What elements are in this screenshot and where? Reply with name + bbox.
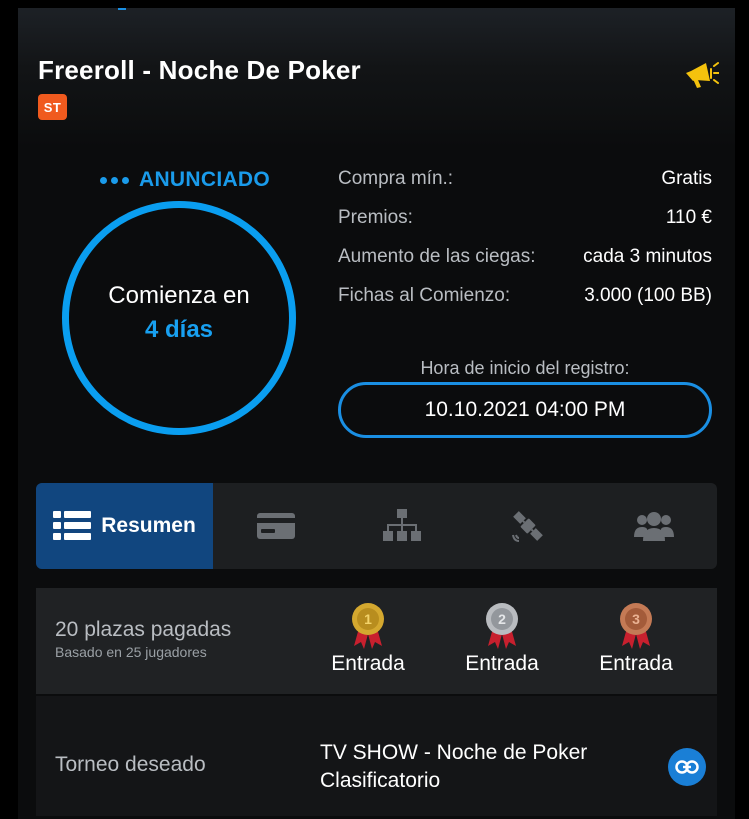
info-value: Gratis: [661, 168, 712, 189]
medal-rank: 1: [364, 611, 372, 627]
tab-bar: Resumen: [36, 483, 717, 569]
target-tournament: Torneo deseado TV SHOW - Noche de Poker …: [36, 696, 717, 816]
prize-first: 1 Entrada: [323, 602, 413, 676]
info-value: 110 €: [665, 207, 712, 228]
countdown-value: 4 días: [144, 316, 214, 343]
prize-third: 3 Entrada: [591, 602, 681, 676]
prize-label: Entrada: [465, 652, 539, 675]
status-label: ANUNCIADO: [139, 168, 271, 191]
link-button[interactable]: [668, 748, 706, 786]
bracket-icon: [383, 509, 421, 541]
tab-structure[interactable]: [339, 483, 465, 569]
silver-medal-icon: 2: [486, 603, 518, 649]
info-label: Premios:: [338, 207, 413, 228]
info-label: Fichas al Comienzo:: [338, 285, 511, 306]
info-row-chips: Fichas al Comienzo: 3.000 (100 BB): [338, 285, 712, 324]
tab-label: Resumen: [101, 514, 196, 537]
gold-medal-icon: 1: [352, 603, 384, 649]
medal-rank: 2: [498, 611, 506, 627]
bronze-medal-icon: 3: [620, 603, 652, 649]
medal-rank: 3: [632, 611, 640, 627]
tab-payment[interactable]: [213, 483, 339, 569]
list-icon: [53, 511, 92, 540]
players-icon: [634, 512, 674, 541]
registration-label: Hora de inicio del registro:: [420, 358, 630, 378]
card-icon: [257, 513, 295, 539]
prize-summary: 20 plazas pagadas Basado en 25 jugadores…: [36, 588, 717, 694]
countdown-ring: Comienza en 4 días: [62, 201, 296, 435]
tournament-title: Freeroll - Noche De Poker: [38, 55, 361, 85]
countdown-prefix: Comienza en: [108, 282, 250, 309]
target-name[interactable]: TV SHOW - Noche de Poker Clasificatorio: [320, 739, 587, 795]
info-row-buyin: Compra mín.: Gratis: [338, 168, 712, 207]
registration-time: 10.10.2021 04:00 PM: [338, 382, 712, 438]
info-label: Aumento de las ciegas:: [338, 246, 536, 267]
link-icon: [675, 760, 699, 774]
info-value: 3.000 (100 BB): [584, 285, 712, 306]
target-title: TV SHOW - Noche de Poker: [320, 741, 588, 764]
tournament-panel: Freeroll - Noche De Poker ST ANUNCIADO C…: [18, 8, 735, 819]
megaphone-icon[interactable]: [683, 59, 719, 91]
status-dots-icon: [100, 176, 129, 184]
target-subtitle: Clasificatorio: [320, 769, 441, 792]
tab-satellite[interactable]: [465, 483, 591, 569]
prize-label: Entrada: [599, 652, 673, 675]
info-row-blinds: Aumento de las ciegas: cada 3 minutos: [338, 246, 712, 285]
tab-resumen[interactable]: Resumen: [36, 483, 213, 569]
paid-places-count: 20 plazas pagadas: [55, 618, 232, 641]
satellite-icon: [512, 511, 543, 542]
info-value: cada 3 minutos: [583, 246, 712, 267]
prize-label: Entrada: [331, 652, 405, 675]
paid-places-basis: Basado en 25 jugadores: [55, 644, 207, 660]
status-indicator: ANUNCIADO: [100, 168, 270, 192]
top-accent: [118, 8, 126, 10]
paid-places: 20 plazas pagadas Basado en 25 jugadores: [55, 618, 231, 660]
info-row-prizes: Premios: 110 €: [338, 207, 712, 246]
prize-second: 2 Entrada: [457, 602, 547, 676]
st-badge: ST: [38, 94, 67, 120]
tournament-info: Compra mín.: Gratis Premios: 110 € Aumen…: [338, 168, 712, 324]
tab-players[interactable]: [591, 483, 717, 569]
target-label: Torneo deseado: [55, 753, 206, 776]
info-label: Compra mín.:: [338, 168, 454, 189]
